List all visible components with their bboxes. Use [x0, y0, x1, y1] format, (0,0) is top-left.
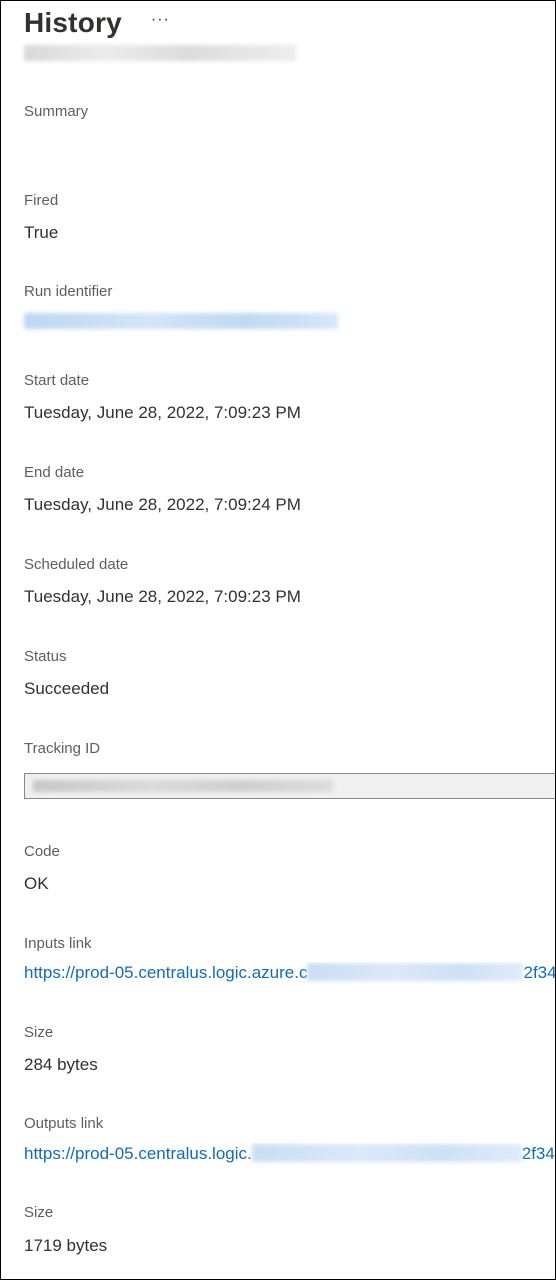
outputs-link-suffix[interactable]: 2f34 — [522, 1144, 555, 1163]
status-label: Status — [24, 648, 67, 665]
outputs-link-label: Outputs link — [24, 1115, 104, 1132]
tracking-id-label: Tracking ID — [24, 740, 101, 757]
fired-value: True — [24, 223, 59, 242]
inputs-link[interactable]: https://prod-05.centralus.logic.azure.c 2… — [24, 962, 555, 984]
redacted-subtitle — [24, 45, 296, 61]
inputs-link-prefix[interactable]: https://prod-05.centralus.logic.azure.c — [24, 963, 307, 982]
fired-label: Fired — [24, 192, 59, 209]
end-date-value: Tuesday, June 28, 2022, 7:09:24 PM — [24, 495, 301, 514]
history-panel: History ··· Summary Fired True Run ident… — [0, 0, 556, 1280]
inputs-link-label: Inputs link — [24, 935, 92, 952]
inputs-link-redacted — [307, 963, 524, 982]
panel-header: History ··· — [24, 5, 170, 41]
scheduled-date-label: Scheduled date — [24, 556, 129, 573]
run-identifier-link[interactable] — [24, 313, 338, 329]
outputs-link[interactable]: https://prod-05.centralus.logic. 2f34 — [24, 1143, 555, 1165]
outputs-link-prefix[interactable]: https://prod-05.centralus.logic. — [24, 1144, 252, 1163]
outputs-size-label: Size — [24, 1204, 54, 1221]
scheduled-date-value: Tuesday, June 28, 2022, 7:09:23 PM — [24, 587, 301, 606]
page-title: History — [24, 7, 122, 38]
inputs-size-value: 284 bytes — [24, 1055, 98, 1074]
summary-label: Summary — [24, 103, 89, 120]
tracking-id-field[interactable] — [24, 773, 555, 799]
redacted-tracking-id — [33, 780, 333, 792]
outputs-size-value: 1719 bytes — [24, 1236, 108, 1255]
inputs-link-suffix[interactable]: 2f34 — [523, 963, 555, 982]
start-date-value: Tuesday, June 28, 2022, 7:09:23 PM — [24, 403, 301, 422]
run-identifier-label: Run identifier — [24, 283, 113, 300]
status-value: Succeeded — [24, 679, 110, 698]
more-options-icon[interactable]: ··· — [151, 2, 170, 38]
inputs-size-label: Size — [24, 1024, 54, 1041]
code-value: OK — [24, 874, 49, 893]
start-date-label: Start date — [24, 372, 90, 389]
end-date-label: End date — [24, 464, 85, 481]
outputs-link-redacted — [251, 1144, 522, 1163]
code-label: Code — [24, 843, 60, 860]
